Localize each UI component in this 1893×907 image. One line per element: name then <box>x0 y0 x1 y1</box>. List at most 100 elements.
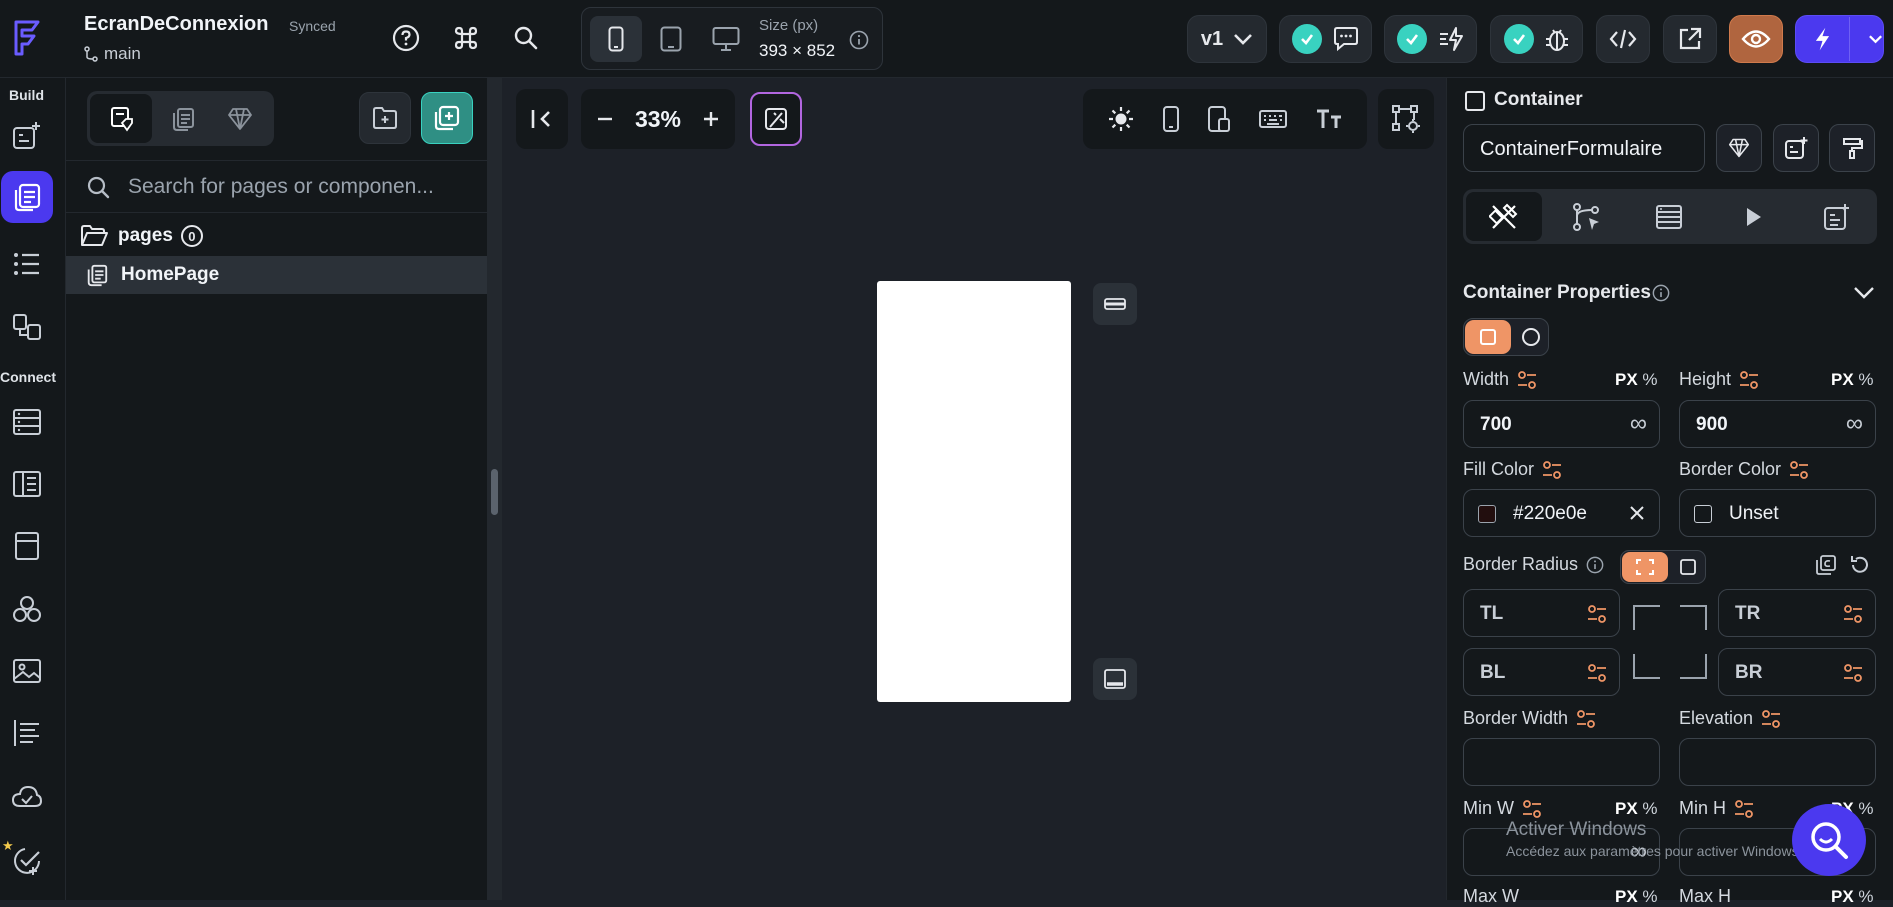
debug-status-button[interactable] <box>1490 15 1583 63</box>
widget-name-field[interactable]: ContainerFormulaire <box>1463 124 1705 172</box>
unit-px[interactable]: PX <box>1831 887 1854 906</box>
sliders-icon[interactable] <box>1522 799 1542 819</box>
radius-uniform-button[interactable] <box>1673 552 1703 582</box>
style-paint-button[interactable] <box>1829 124 1875 172</box>
ai-magic-button[interactable] <box>750 92 802 146</box>
sliders-icon[interactable] <box>1739 370 1759 390</box>
border-color-input[interactable]: Unset <box>1679 489 1876 537</box>
components-tab[interactable] <box>152 94 214 143</box>
text-size-icon[interactable] <box>1315 107 1343 131</box>
radius-individual-button[interactable] <box>1622 552 1668 582</box>
bottom-bar-toggle[interactable] <box>1093 658 1137 700</box>
radius-br-input[interactable]: BR <box>1718 648 1876 696</box>
border-color-swatch[interactable] <box>1694 505 1712 523</box>
reset-icon[interactable] <box>1849 554 1871 576</box>
unit-percent[interactable]: % <box>1858 799 1873 818</box>
tab-properties[interactable] <box>1466 192 1542 241</box>
media-assets-icon[interactable] <box>8 652 46 690</box>
radius-tr-input[interactable]: TR <box>1718 589 1876 637</box>
branch-selector[interactable]: main <box>84 44 141 64</box>
page-selector-icon[interactable] <box>1 171 53 223</box>
search-input[interactable]: Search for pages or componen... <box>128 175 434 199</box>
keyboard-icon[interactable] <box>1258 108 1288 130</box>
circle-shape-button[interactable] <box>1514 320 1548 354</box>
elevation-input[interactable] <box>1679 738 1876 786</box>
tab-animations[interactable] <box>1715 192 1791 241</box>
height-unit[interactable]: PX % <box>1831 370 1874 390</box>
fill-color-swatch[interactable] <box>1478 505 1496 523</box>
tab-notes[interactable] <box>1798 192 1874 241</box>
widget-tree-icon[interactable] <box>8 245 46 283</box>
convert-to-component-button[interactable] <box>1716 124 1762 172</box>
rectangle-shape-button[interactable] <box>1465 320 1511 354</box>
infinity-icon[interactable]: ∞ <box>1630 410 1647 438</box>
height-input[interactable]: 900 ∞ <box>1679 400 1876 448</box>
copy-style-icon[interactable] <box>1815 554 1837 576</box>
sliders-icon[interactable] <box>1843 663 1863 683</box>
unit-px[interactable]: PX <box>1615 887 1638 906</box>
sliders-icon[interactable] <box>1576 709 1596 729</box>
preview-button[interactable] <box>1729 15 1783 63</box>
chevron-down-icon[interactable] <box>1868 33 1883 45</box>
max-h-unit[interactable]: PX % <box>1831 887 1874 907</box>
add-page-button[interactable] <box>421 92 473 144</box>
firestore-icon[interactable] <box>8 403 46 441</box>
width-input[interactable]: 700 ∞ <box>1463 400 1660 448</box>
phone-icon[interactable] <box>1162 105 1180 133</box>
device-preview-frame[interactable] <box>877 281 1071 702</box>
add-to-library-button[interactable] <box>1773 124 1819 172</box>
text-list-icon[interactable] <box>8 714 46 752</box>
search-icon[interactable] <box>507 19 545 57</box>
app-bar-toggle[interactable] <box>1093 283 1137 325</box>
code-view-button[interactable] <box>1596 15 1650 63</box>
info-icon[interactable] <box>1586 556 1604 574</box>
pages-tab[interactable] <box>90 94 152 143</box>
version-selector[interactable]: v1 <box>1187 15 1267 63</box>
width-unit[interactable]: PX % <box>1615 370 1658 390</box>
sliders-icon[interactable] <box>1587 604 1607 624</box>
project-name[interactable]: EcranDeConnexion <box>84 13 268 36</box>
canvas-settings-button[interactable] <box>1378 89 1434 149</box>
height-value[interactable]: 900 <box>1696 414 1728 436</box>
data-types-icon[interactable] <box>8 465 46 503</box>
radius-tl-input[interactable]: TL <box>1463 589 1620 637</box>
device-frame-icon[interactable] <box>1207 105 1231 133</box>
min-w-unit[interactable]: PX % <box>1615 799 1658 819</box>
storyboard-icon[interactable] <box>8 308 46 346</box>
unit-percent[interactable]: % <box>1642 799 1657 818</box>
sliders-icon[interactable] <box>1789 460 1809 480</box>
infinity-icon[interactable]: ∞ <box>1846 410 1863 438</box>
new-folder-button[interactable] <box>359 92 411 144</box>
info-icon[interactable] <box>849 30 869 55</box>
comments-status-button[interactable] <box>1279 15 1372 63</box>
sun-icon[interactable] <box>1107 105 1135 133</box>
collapse-panel-button[interactable] <box>516 89 568 149</box>
folder-row-pages[interactable]: pages 0 <box>66 217 487 255</box>
zoom-in-icon[interactable] <box>701 109 721 129</box>
radius-bl-input[interactable]: BL <box>1463 648 1620 696</box>
panel-resize-handle[interactable] <box>491 469 498 515</box>
command-palette-icon[interactable] <box>447 19 485 57</box>
custom-code-icon[interactable] <box>8 590 46 628</box>
flutterflow-logo-icon[interactable] <box>8 18 48 58</box>
cloud-functions-icon[interactable] <box>8 779 46 817</box>
tests-icon[interactable] <box>8 842 46 880</box>
close-icon[interactable] <box>1629 505 1645 521</box>
unit-px[interactable]: PX <box>1831 370 1854 389</box>
sliders-icon[interactable] <box>1542 460 1562 480</box>
unit-percent[interactable]: % <box>1642 370 1657 389</box>
floating-search-button[interactable] <box>1792 804 1866 876</box>
border-color-value[interactable]: Unset <box>1729 503 1779 525</box>
tablet-device-button[interactable] <box>645 16 697 62</box>
zoom-out-icon[interactable] <box>595 109 615 129</box>
sliders-icon[interactable] <box>1761 709 1781 729</box>
unit-percent[interactable]: % <box>1858 370 1873 389</box>
unit-percent[interactable]: % <box>1642 887 1657 906</box>
unit-px[interactable]: PX <box>1615 799 1638 818</box>
fill-color-input[interactable]: #220e0e <box>1463 489 1660 537</box>
actions-status-button[interactable] <box>1384 15 1477 63</box>
sliders-icon[interactable] <box>1843 604 1863 624</box>
desktop-device-button[interactable] <box>700 16 752 62</box>
page-search[interactable]: Search for pages or componen... <box>66 160 487 213</box>
widget-select-checkbox[interactable] <box>1465 91 1485 111</box>
